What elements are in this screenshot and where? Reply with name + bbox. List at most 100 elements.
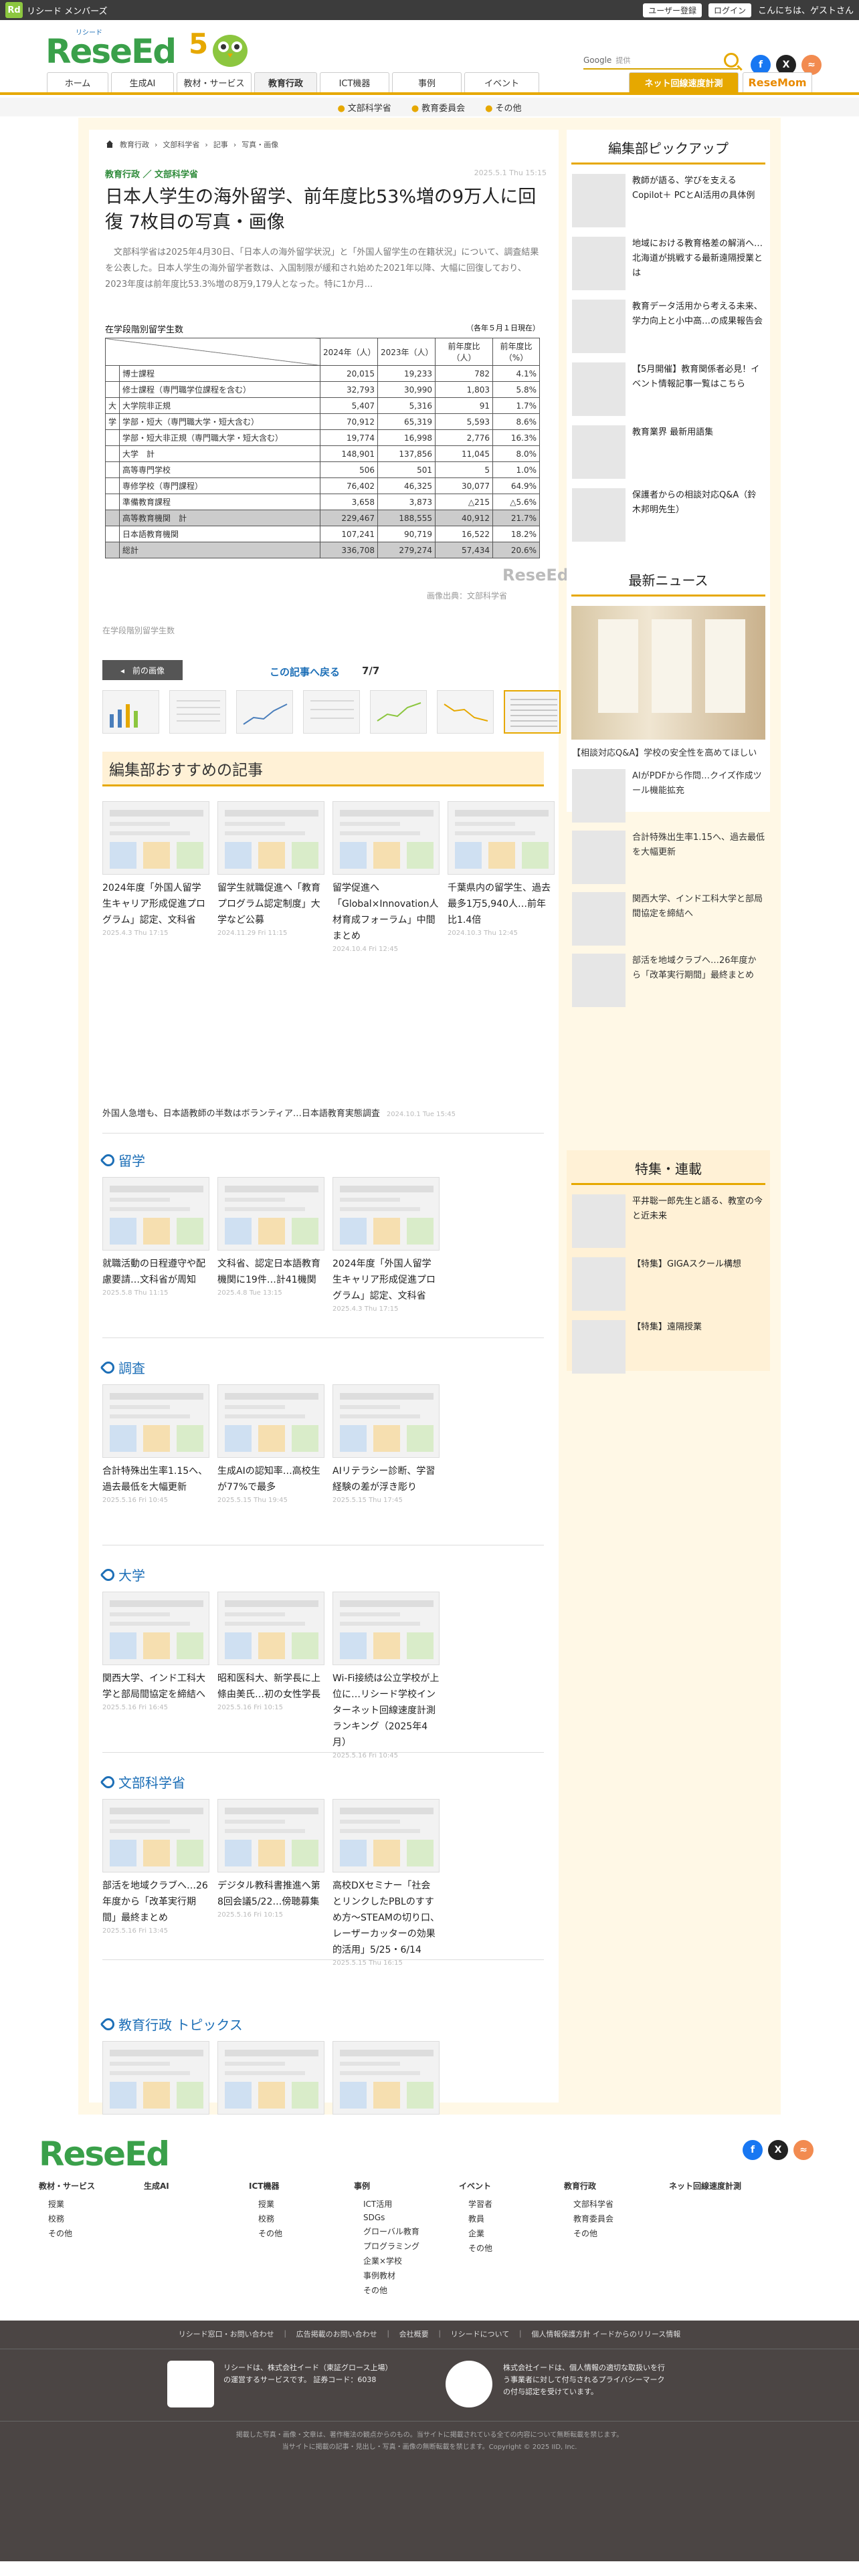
article-card[interactable]: 部活を地域クラブへ…26年度から「改革実行期間」最終まとめ2025.5.16 F… — [102, 1799, 209, 1935]
article-card[interactable]: 留学生就職促進へ「教育プログラム認定制度」大学など公募 2024.11.29 Fr… — [217, 801, 324, 937]
sidebar-thumbnail[interactable] — [572, 300, 626, 353]
subnav-board[interactable]: 教育委員会 — [411, 101, 465, 114]
article-thumbnail[interactable] — [217, 1177, 324, 1251]
sidebar-item[interactable]: 教育業界 最新用語集 — [572, 425, 765, 479]
article-card[interactable]: AIリテラシー診断、学習経験の差が浮き彫り 2025.5.15 Thu 17:45 — [332, 1384, 440, 1504]
footer-link[interactable]: 事例教材 — [363, 2270, 432, 2281]
sidebar-item[interactable]: 平井聡一郎先生と語る、教室の今と近未来 — [572, 1194, 765, 1248]
search-box[interactable]: Google 提供 — [583, 52, 739, 70]
thumbnail-1[interactable] — [102, 690, 159, 734]
section-heading[interactable]: 教育行政 トピックス — [100, 2014, 243, 2034]
sidebar-thumbnail[interactable] — [572, 831, 626, 884]
article-thumbnail[interactable] — [217, 1592, 324, 1665]
article-card[interactable]: 留学促進へ「Global×Innovation人材育成フォーラム」中間まとめ 20… — [332, 801, 440, 953]
sidebar-item-title[interactable]: 関西大学、インド工科大学と部局間協定を締結へ — [632, 892, 765, 922]
nav-admin[interactable]: 教育行政 — [254, 72, 317, 92]
article-card-title[interactable]: 高校DXセミナー「社会とリンクしたPBLのすすめ方〜STEAMの切り口、レーザー… — [332, 1878, 440, 1958]
article-card[interactable]: 関西大学、インド工科大学と部局間協定を締結へ2025.5.16 Fri 16:4… — [102, 1592, 209, 1711]
sidebar-item[interactable]: 【特集】GIGAスクール構想 — [572, 1257, 765, 1311]
footer-link[interactable]: 授業 — [48, 2198, 117, 2210]
footer-link[interactable]: 校務 — [258, 2213, 327, 2224]
sidebar-thumbnail[interactable] — [572, 892, 626, 946]
article-thumbnail[interactable] — [102, 2041, 209, 2115]
nav-ict[interactable]: ICT機器 — [320, 72, 389, 92]
article-card-title[interactable]: 留学促進へ「Global×Innovation人材育成フォーラム」中間まとめ — [332, 880, 440, 944]
thumbnail-7-selected[interactable] — [504, 690, 561, 734]
footer-column-heading[interactable]: 事例 — [354, 2180, 432, 2191]
article-card-title[interactable]: Wi-Fi接続は公立学校が上位に…リシード学校インターネット回線速度計測ランキン… — [332, 1671, 440, 1751]
article-thumbnail[interactable] — [102, 1384, 209, 1458]
sidebar-item-title[interactable]: 部活を地域クラブへ…26年度から「改革実行期間」最終まとめ — [632, 954, 765, 983]
sidebar-item-title[interactable]: 【特集】GIGAスクール構想 — [632, 1257, 741, 1272]
sidebar-item-title[interactable]: 教育業界 最新用語集 — [632, 425, 713, 440]
sidebar-item[interactable]: AIがPDFから作問…クイズ作成ツール機能拡充 — [572, 769, 765, 823]
sidebar-item-title[interactable]: 【特集】遠隔授業 — [632, 1320, 702, 1335]
article-thumbnail[interactable] — [332, 1177, 440, 1251]
prev-image-button[interactable]: ◂ 前の画像 — [102, 660, 183, 680]
search-icon[interactable] — [724, 53, 739, 68]
article-card-title[interactable]: 昭和医科大、新学長に上條由美氏…初の女性学長 — [217, 1671, 324, 1703]
nav-events[interactable]: イベント — [464, 72, 539, 92]
article-card-title[interactable]: 部活を地域クラブへ…26年度から「改革実行期間」最終まとめ — [102, 1878, 209, 1926]
footer-link[interactable]: その他 — [573, 2228, 642, 2239]
footer-link[interactable]: プログラミング — [363, 2240, 432, 2252]
home-icon[interactable] — [105, 140, 114, 148]
article-thumbnail[interactable] — [217, 2041, 324, 2115]
footer-links[interactable]: リシード窓口・お問い合わせ ｜ 広告掲載のお問い合わせ ｜ 会社概要 ｜ リシー… — [0, 2329, 859, 2349]
article-card-title[interactable]: 千葉県内の留学生、過去最多1万5,940人…前年比1.4倍 — [448, 880, 555, 928]
article-thumbnail[interactable] — [332, 1592, 440, 1665]
sidebar-thumbnail[interactable] — [572, 1257, 626, 1311]
sidebar-item[interactable]: 保護者からの相談対応Q&A（鈴木邦明先生） — [572, 488, 765, 542]
article-thumbnail[interactable] — [102, 1177, 209, 1251]
thumbnail-5[interactable] — [370, 690, 427, 734]
sidebar-item[interactable]: 【5月開催】教育関係者必見！イベント情報記事一覧はこちら — [572, 362, 765, 416]
sidebar-thumbnail[interactable] — [572, 488, 626, 542]
article-card[interactable]: 2024年度「外国人留学生キャリア形成促進プログラム」認定、文科省 2025.4.… — [332, 1177, 440, 1313]
footer-link[interactable]: 企業 — [468, 2228, 537, 2239]
sidebar-thumbnail[interactable] — [572, 1194, 626, 1248]
article-card[interactable]: 千葉県内の留学生、過去最多1万5,940人…前年比1.4倍 2024.10.3 T… — [448, 801, 555, 937]
nav-resemom[interactable]: ReseMom — [743, 72, 812, 92]
section-heading[interactable]: 留学 — [100, 1150, 145, 1170]
article-thumbnail[interactable] — [448, 801, 555, 875]
footer-link[interactable]: SDGs — [363, 2213, 432, 2222]
breadcrumb-item[interactable]: 教育行政 — [120, 139, 149, 150]
article-card-title[interactable]: デジタル教科書推進へ第8回会議5/22…傍聴募集 — [217, 1878, 324, 1910]
section-heading[interactable]: 調査 — [100, 1358, 145, 1377]
register-button[interactable]: ユーザー登録 — [643, 3, 702, 17]
article-card-title[interactable]: 2024年度「外国人留学生キャリア形成促進プログラム」認定、文科省 — [102, 880, 209, 928]
sidebar-item[interactable]: 教師が語る、学びを支えるCopilot＋ PCとAI活用の具体例 — [572, 174, 765, 227]
sidebar-thumbnail[interactable] — [572, 174, 626, 227]
thumbnail-6[interactable] — [437, 690, 494, 734]
sidebar-item-title[interactable]: AIがPDFから作問…クイズ作成ツール機能拡充 — [632, 769, 765, 798]
breadcrumb-item[interactable]: 記事 — [213, 139, 228, 150]
sidebar-thumbnail[interactable] — [572, 954, 626, 1007]
footer-column-heading[interactable]: ネット回線速度計測 — [669, 2180, 747, 2191]
article-thumbnail[interactable] — [102, 801, 209, 875]
sidebar-item-title[interactable]: 平井聡一郎先生と語る、教室の今と近未来 — [632, 1194, 765, 1224]
article-card-title[interactable]: 就職活動の日程遵守や配慮要請…文科省が周知 — [102, 1256, 209, 1288]
article-card-title[interactable]: 文科省、認定日本語教育機関に19件…計41機関 — [217, 1256, 324, 1288]
footer-link[interactable]: その他 — [363, 2284, 432, 2296]
footer-column-heading[interactable]: 教育行政 — [564, 2180, 642, 2191]
sidebar-item[interactable]: 地域における教育格差の解消へ…北海道が挑戦する最新遠隔授業とは — [572, 237, 765, 290]
thumbnail-3[interactable] — [236, 690, 293, 734]
footer-column-heading[interactable]: 生成AI — [144, 2180, 222, 2191]
footer-logo[interactable]: ReseEd — [39, 2135, 170, 2173]
footer-link[interactable]: 学習者 — [468, 2198, 537, 2210]
footer-link[interactable]: 企業×学校 — [363, 2255, 432, 2266]
article-card-title[interactable]: 合計特殊出生率1.15へ、過去最低を大幅更新 — [102, 1463, 209, 1495]
article-thumbnail[interactable] — [217, 1799, 324, 1872]
footer-link[interactable]: ICT活用 — [363, 2198, 432, 2210]
figure-table[interactable]: 在学段階別留学生数 （各年５月１日現在） 2024年（人） 2023年（人） 前… — [104, 322, 553, 558]
sidebar-item-title[interactable]: 地域における教育格差の解消へ…北海道が挑戦する最新遠隔授業とは — [632, 237, 765, 281]
thumbnail-4[interactable] — [303, 690, 360, 734]
sidebar-thumbnail[interactable] — [572, 769, 626, 823]
article-card-title[interactable]: AIリテラシー診断、学習経験の差が浮き彫り — [332, 1463, 440, 1495]
x-icon[interactable]: X — [768, 2140, 788, 2160]
footer-link[interactable]: グローバル教育 — [363, 2226, 432, 2237]
search-input[interactable]: 提供 — [615, 55, 724, 66]
article-thumbnail[interactable] — [217, 1384, 324, 1458]
nav-cases[interactable]: 事例 — [392, 72, 462, 92]
sidebar-item-title[interactable]: 【5月開催】教育関係者必見！イベント情報記事一覧はこちら — [632, 362, 765, 392]
